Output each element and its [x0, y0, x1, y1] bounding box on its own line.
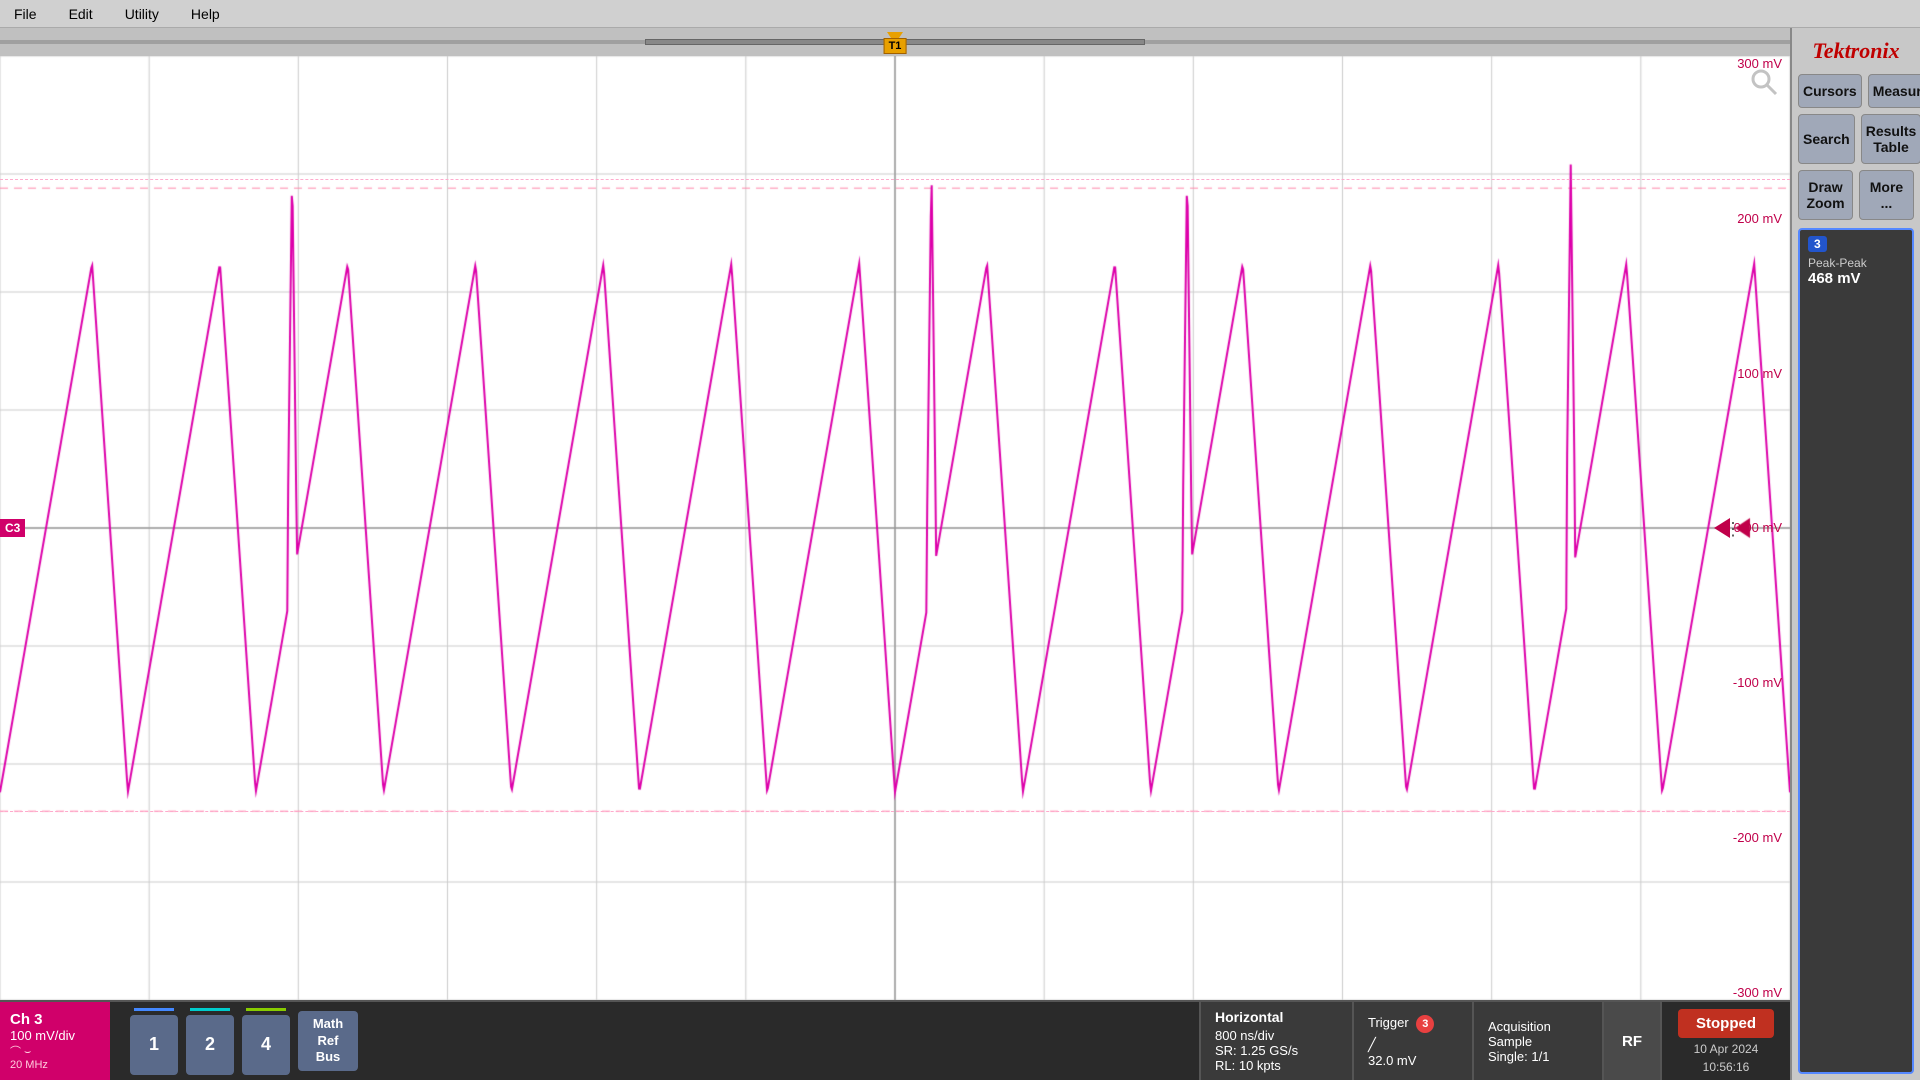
trigger-channel-badge: 3: [1416, 1015, 1434, 1033]
main-area: T1 300 mV 200 mV 100 mV 0.00 mV -100 mV …: [0, 28, 1920, 1080]
horizontal-sr: SR: 1.25 GS/s: [1215, 1043, 1338, 1058]
ch4-button[interactable]: 4: [242, 1015, 290, 1075]
ch3-channel-label[interactable]: C3: [0, 519, 25, 537]
ch3-scale: 100 mV/div: [10, 1028, 100, 1043]
acquisition-title: Acquisition: [1488, 1019, 1588, 1034]
upper-limit-line: [0, 179, 1790, 180]
channel-buttons-area: 1 2 4 MathRefBus: [110, 1002, 1199, 1080]
waveform-canvas: [0, 56, 1790, 1000]
ch3-name: Ch 3: [10, 1011, 100, 1028]
draw-more-row: Draw Zoom More ...: [1798, 170, 1914, 220]
trigger-title-area: Trigger 3: [1368, 1015, 1458, 1033]
menu-file[interactable]: File: [8, 4, 43, 24]
horizontal-time-div: 800 ns/div: [1215, 1028, 1338, 1043]
measure-button[interactable]: Measure: [1868, 74, 1920, 108]
menu-bar: File Edit Utility Help: [0, 0, 1920, 28]
rf-button[interactable]: RF: [1604, 1002, 1662, 1080]
cursors-measure-row: Cursors Measure: [1798, 74, 1914, 108]
math-ref-bus-button[interactable]: MathRefBus: [298, 1011, 358, 1071]
menu-help[interactable]: Help: [185, 4, 226, 24]
ch4-area: 4: [242, 1008, 290, 1075]
stopped-time: 10:56:16: [1703, 1060, 1750, 1074]
acquisition-info-panel[interactable]: Acquisition Sample Single: 1/1: [1474, 1002, 1604, 1080]
ch3-bw: 20 MHz: [10, 1059, 100, 1071]
trigger-title: Trigger: [1368, 1015, 1409, 1030]
results-table-button[interactable]: Results Table: [1861, 114, 1920, 164]
scope-area: T1 300 mV 200 mV 100 mV 0.00 mV -100 mV …: [0, 28, 1790, 1080]
ch2-area: 2: [186, 1008, 234, 1075]
search-icon[interactable]: [1748, 66, 1780, 103]
horizontal-rl: RL: 10 kpts: [1215, 1058, 1338, 1073]
acquisition-single: Single: 1/1: [1488, 1049, 1588, 1064]
draw-zoom-button[interactable]: Draw Zoom: [1798, 170, 1853, 220]
stopped-area: Stopped 10 Apr 2024 10:56:16: [1662, 1002, 1790, 1080]
measurement-value: 468 mV: [1808, 270, 1904, 287]
trigger-bar: T1: [0, 28, 1790, 56]
search-results-row: Search Results Table: [1798, 114, 1914, 164]
right-panel: Tektronix Cursors Measure Search Results…: [1790, 28, 1920, 1080]
ch3-icons: ⌒ ⌣: [10, 1043, 100, 1059]
search-button[interactable]: Search: [1798, 114, 1855, 164]
horizontal-title: Horizontal: [1215, 1009, 1338, 1025]
waveform-area: 300 mV 200 mV 100 mV 0.00 mV -100 mV -20…: [0, 56, 1790, 1000]
trigger-info-panel[interactable]: Trigger 3 ╱ 32.0 mV: [1354, 1002, 1474, 1080]
measurement-badge: 3: [1808, 236, 1827, 252]
trigger-level: 32.0 mV: [1368, 1053, 1458, 1068]
ch1-button[interactable]: 1: [130, 1015, 178, 1075]
ch2-button[interactable]: 2: [186, 1015, 234, 1075]
acquisition-mode: Sample: [1488, 1034, 1588, 1049]
trigger-t1-label: T1: [884, 38, 907, 54]
dots-menu[interactable]: ⋮: [1724, 520, 1742, 538]
more-button[interactable]: More ...: [1859, 170, 1914, 220]
trigger-scale: T1: [645, 39, 1145, 45]
measurement-box[interactable]: 3 Peak-Peak 468 mV: [1798, 228, 1914, 1074]
ch3-info-panel[interactable]: Ch 3 100 mV/div ⌒ ⌣ 20 MHz: [0, 1002, 110, 1080]
horizontal-info-panel[interactable]: Horizontal 800 ns/div SR: 1.25 GS/s RL: …: [1199, 1002, 1354, 1080]
ch1-area: 1: [130, 1008, 178, 1075]
menu-utility[interactable]: Utility: [119, 4, 165, 24]
bottom-status-bar: Ch 3 100 mV/div ⌒ ⌣ 20 MHz 1 2 4: [0, 1000, 1790, 1080]
cursors-button[interactable]: Cursors: [1798, 74, 1862, 108]
ch2-wave-line: [190, 1008, 230, 1011]
menu-edit[interactable]: Edit: [63, 4, 99, 24]
ch1-wave-line: [134, 1008, 174, 1011]
tektronix-logo: Tektronix: [1798, 34, 1914, 68]
measurement-label: Peak-Peak: [1808, 256, 1904, 270]
trigger-icon: ╱: [1368, 1037, 1458, 1053]
stopped-date: 10 Apr 2024: [1694, 1042, 1759, 1056]
ch4-wave-line: [246, 1008, 286, 1011]
stopped-button[interactable]: Stopped: [1678, 1009, 1774, 1038]
lower-limit-line: [0, 811, 1790, 812]
